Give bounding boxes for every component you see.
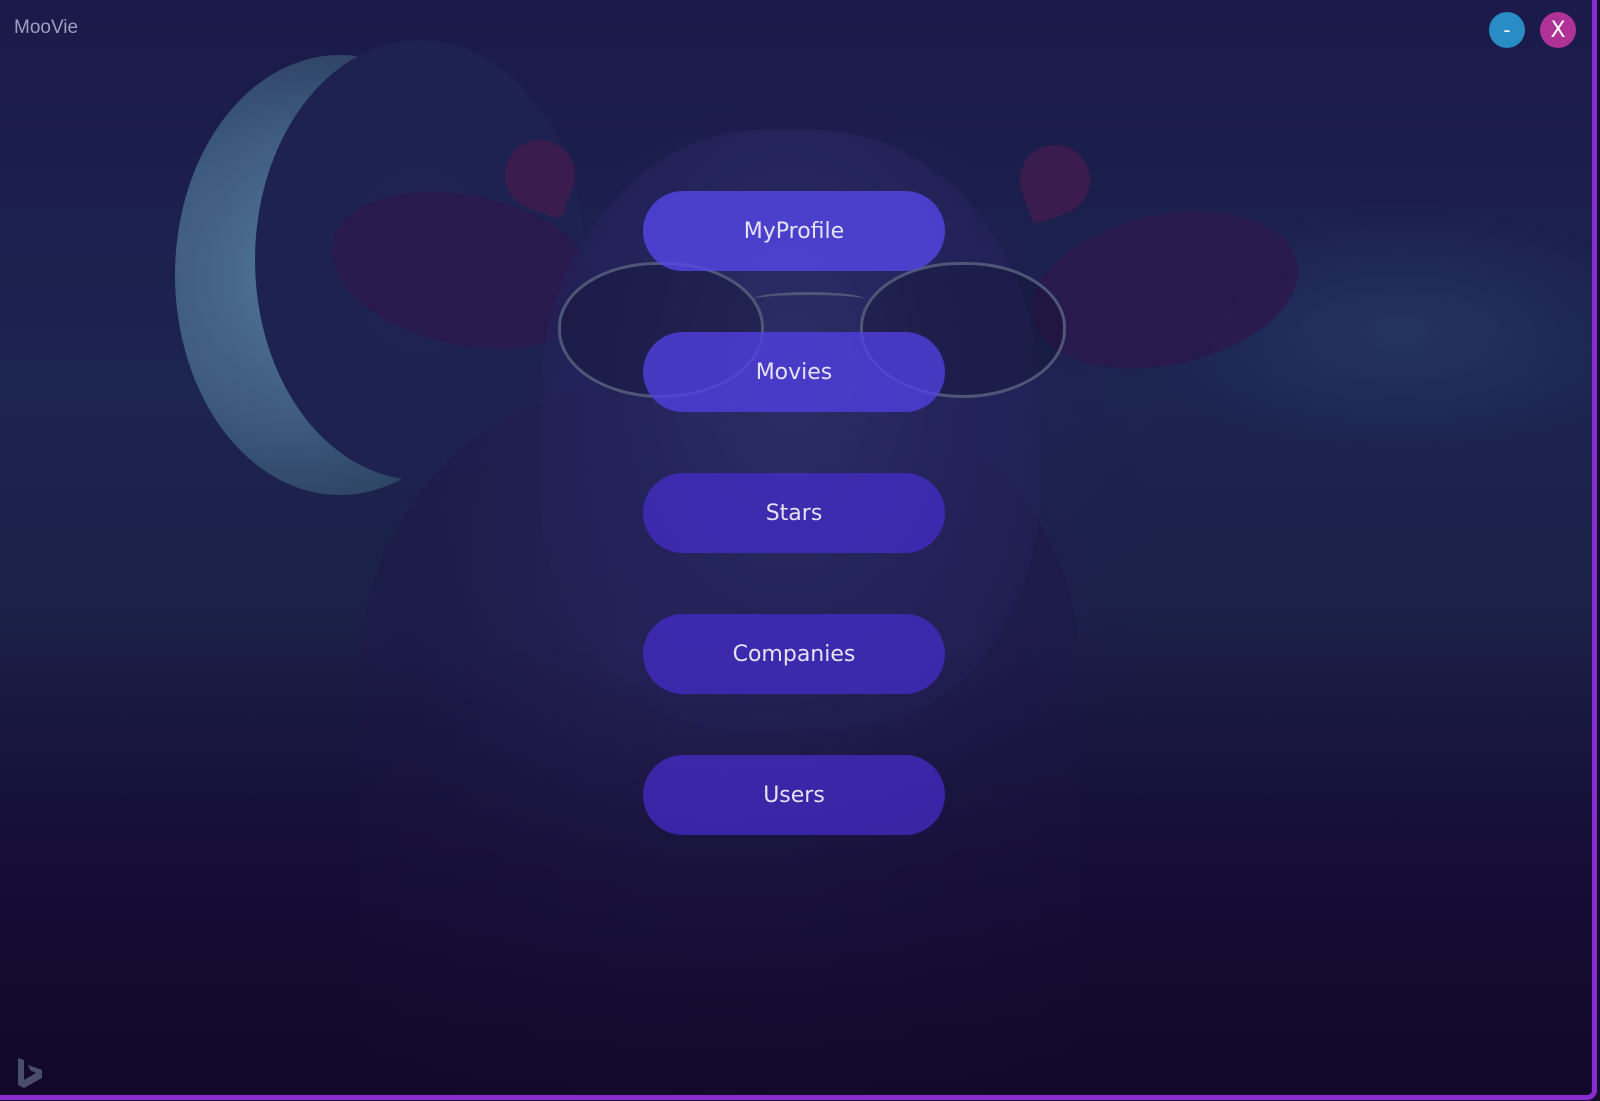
stars-button-label: Stars (765, 500, 823, 526)
minimize-icon: - (1503, 18, 1511, 42)
close-icon: X (1550, 17, 1566, 43)
users-button[interactable]: Users (643, 755, 945, 835)
movies-button-label: Movies (755, 359, 833, 385)
companies-button-label: Companies (732, 641, 856, 667)
window-title: MooVie (14, 17, 79, 38)
myprofile-button[interactable]: MyProfile (643, 191, 945, 271)
companies-button[interactable]: Companies (643, 614, 945, 694)
myprofile-button-label: MyProfile (743, 218, 845, 244)
movies-button[interactable]: Movies (643, 332, 945, 412)
cow-horn-right (1010, 135, 1100, 225)
stars-button[interactable]: Stars (643, 473, 945, 553)
grass-overlay (0, 645, 1592, 1095)
glasses-bridge (753, 292, 865, 307)
users-button-label: Users (763, 782, 825, 808)
app-window: MooVie - X MyProfile Movies Stars Compan… (0, 0, 1597, 1100)
bing-logo-icon (18, 1058, 42, 1088)
close-button[interactable]: X (1540, 12, 1576, 48)
minimize-button[interactable]: - (1489, 12, 1525, 48)
